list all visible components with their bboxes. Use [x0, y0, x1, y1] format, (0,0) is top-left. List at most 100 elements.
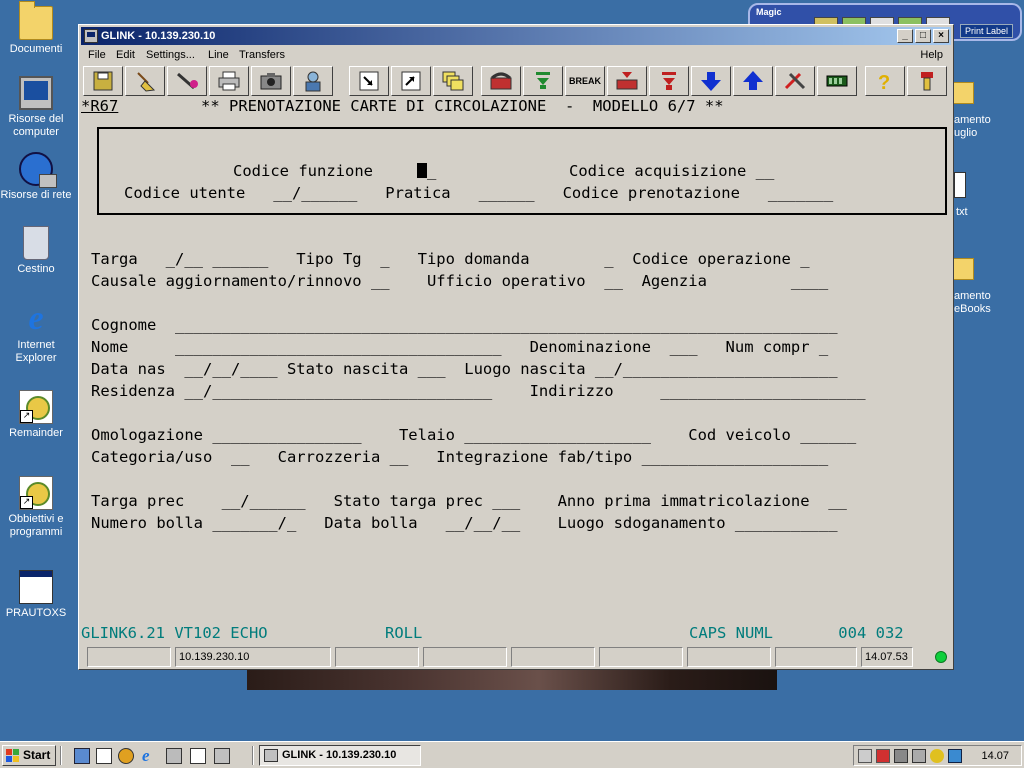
- taskbar-glink-button[interactable]: GLINK - 10.139.230.10: [259, 745, 421, 766]
- key-tray-icon[interactable]: [930, 749, 944, 763]
- targa-prec-row[interactable]: Targa prec __/______ Stato targa prec __…: [91, 492, 847, 510]
- pliers-icon: [784, 72, 806, 90]
- terminal-status-mode: ROLL: [385, 624, 423, 642]
- screen-out-button[interactable]: [391, 66, 431, 96]
- nome-row[interactable]: Nome ___________________________________…: [91, 338, 828, 356]
- clock[interactable]: 14.07: [981, 750, 1009, 762]
- folder-icon: [19, 1, 53, 40]
- desktop-icon-internet-explorer[interactable]: e Internet Explorer: [0, 302, 74, 365]
- quicklaunch-ie-icon[interactable]: e: [142, 747, 158, 764]
- print-label-button[interactable]: Print Label: [960, 24, 1014, 38]
- blue-arrow-down-icon: [701, 72, 721, 91]
- windows-logo-icon: [6, 749, 19, 762]
- desktop-icon-risorse-computer[interactable]: Risorse del computer: [0, 76, 74, 139]
- print-button[interactable]: [209, 66, 249, 96]
- plane-tray-icon[interactable]: [948, 749, 962, 763]
- phone-button[interactable]: [481, 66, 521, 96]
- start-label: Start: [23, 748, 51, 762]
- desktop-icon-partial[interactable]: txt: [952, 172, 1024, 222]
- windows-button[interactable]: [433, 66, 473, 96]
- desktop-icon-partial[interactable]: amento uglio: [952, 82, 1024, 142]
- broom-button[interactable]: [125, 66, 165, 96]
- camera-icon: [260, 73, 282, 90]
- maximize-button[interactable]: □: [915, 29, 931, 43]
- desktop-icon-prautoxs[interactable]: PRAUTOXS: [0, 570, 74, 620]
- break-button[interactable]: BREAK: [565, 66, 605, 96]
- codice-funzione-label: Codice funzione: [233, 162, 373, 180]
- menu-edit[interactable]: Edit: [116, 49, 135, 61]
- menu-settings[interactable]: Settings...: [146, 49, 195, 61]
- quicklaunch-desktop-icon[interactable]: [74, 748, 90, 764]
- targa-row[interactable]: Targa _/__ ______ Tipo Tg _ Tipo domanda…: [91, 250, 810, 268]
- printer-tray-icon[interactable]: [912, 749, 926, 763]
- red-arrow-button[interactable]: [649, 66, 689, 96]
- monitor-tray-icon[interactable]: [894, 749, 908, 763]
- data-nascita-row[interactable]: Data nas __/__/____ Stato nascita ___ Lu…: [91, 360, 838, 378]
- download-button[interactable]: [691, 66, 731, 96]
- network-tray-icon[interactable]: [876, 749, 890, 763]
- desktop-icon-label: amento eBooks: [954, 290, 991, 315]
- cognome-row[interactable]: Cognome ________________________________…: [91, 316, 838, 334]
- desktop-icon-obbiettivi[interactable]: Obbiettivi e programmi: [0, 476, 74, 539]
- menu-help[interactable]: Help: [920, 49, 943, 61]
- close-button[interactable]: ×: [933, 29, 949, 43]
- shortcut-icon: [19, 476, 53, 510]
- green-arrow-down-icon: [536, 72, 550, 89]
- menu-bar: File Edit Settings... Line Transfers Hel…: [81, 46, 951, 65]
- status-cell: [775, 647, 857, 667]
- omologazione-row[interactable]: Omologazione ________________ Telaio ___…: [91, 426, 856, 444]
- terminal-status-left: GLINK6.21 VT102 ECHO: [81, 624, 268, 642]
- pliers-button[interactable]: [775, 66, 815, 96]
- user-icon: [305, 71, 321, 92]
- window-titlebar[interactable]: GLINK - 10.139.230.10 _ □ ×: [81, 27, 951, 45]
- volume-icon[interactable]: [858, 749, 872, 763]
- user-button[interactable]: [293, 66, 333, 96]
- hangup-button[interactable]: [523, 66, 563, 96]
- glink-window: GLINK - 10.139.230.10 _ □ × File Edit Se…: [78, 24, 954, 670]
- phone-red-button[interactable]: [607, 66, 647, 96]
- codice-utente-row[interactable]: Codice utente __/______ Pratica ______ C…: [124, 184, 833, 202]
- desktop-icon-label: Risorse di rete: [0, 189, 72, 201]
- menu-transfers[interactable]: Transfers: [239, 49, 285, 61]
- tools-icon: [177, 72, 198, 90]
- menu-line[interactable]: Line: [208, 49, 229, 61]
- codice-funzione-field[interactable]: _: [417, 162, 436, 180]
- quicklaunch-app-icon[interactable]: [214, 748, 230, 764]
- desktop-icon-cestino[interactable]: Cestino: [0, 226, 74, 276]
- categoria-row[interactable]: Categoria/uso __ Carrozzeria __ Integraz…: [91, 448, 828, 466]
- chip-icon: [826, 75, 848, 87]
- screen-in-icon: [359, 71, 379, 91]
- quicklaunch-media-icon[interactable]: [118, 748, 134, 764]
- network-icon: [19, 152, 57, 188]
- help-button[interactable]: ?: [865, 66, 905, 96]
- quicklaunch-word-icon[interactable]: [190, 748, 206, 764]
- desktop-icon-documenti[interactable]: Documenti: [0, 1, 74, 56]
- screen-in-button[interactable]: [349, 66, 389, 96]
- start-button[interactable]: Start: [2, 745, 56, 766]
- printer-icon: [218, 71, 240, 91]
- desktop-icon-label: Internet Explorer: [15, 339, 57, 364]
- desktop-icon-remainder[interactable]: Remainder: [0, 390, 74, 440]
- folder-icon: [952, 82, 974, 104]
- window-title: GLINK - 10.139.230.10: [101, 30, 216, 42]
- quicklaunch-notepad-icon[interactable]: [96, 748, 112, 764]
- numero-bolla-row[interactable]: Numero bolla _______/_ Data bolla __/__/…: [91, 514, 838, 532]
- chip-button[interactable]: [817, 66, 857, 96]
- camera-button[interactable]: [251, 66, 291, 96]
- causale-row[interactable]: Causale aggiornamento/rinnovo __ Ufficio…: [91, 272, 828, 290]
- desktop-icon-risorse-rete[interactable]: Risorse di rete: [0, 152, 74, 202]
- residenza-row[interactable]: Residenza __/___________________________…: [91, 382, 866, 400]
- codice-acquisizione-row[interactable]: Codice acquisizione __: [569, 162, 774, 180]
- tools-button[interactable]: [167, 66, 207, 96]
- desktop-icon-partial[interactable]: amento eBooks: [952, 258, 1024, 318]
- quicklaunch-printer-icon[interactable]: [166, 748, 182, 764]
- system-tray: 14.07: [853, 745, 1022, 766]
- terminal-screen[interactable]: *R67 ** PRENOTAZIONE CARTE DI CIRCOLAZIO…: [81, 97, 951, 669]
- minimize-button[interactable]: _: [897, 29, 913, 43]
- upload-button[interactable]: [733, 66, 773, 96]
- disk-button[interactable]: [83, 66, 123, 96]
- screen-header: ** PRENOTAZIONE CARTE DI CIRCOLAZIONE - …: [201, 97, 724, 115]
- glink-app-icon[interactable]: [84, 29, 98, 43]
- menu-file[interactable]: File: [88, 49, 106, 61]
- exit-button[interactable]: [907, 66, 947, 96]
